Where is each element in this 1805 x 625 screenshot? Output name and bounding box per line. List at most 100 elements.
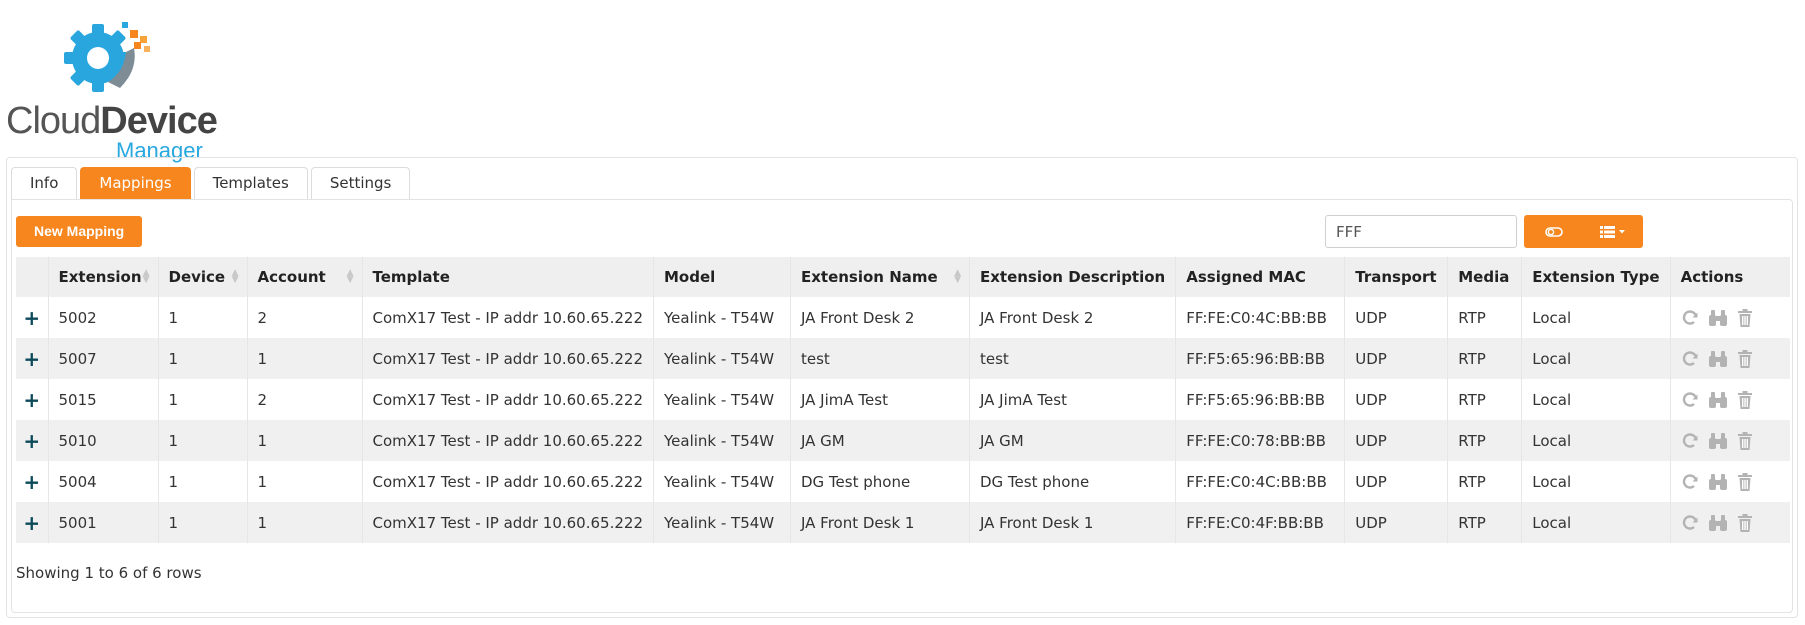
column-header-account[interactable]: Account ▲ ▼ (247, 257, 363, 297)
refresh-icon[interactable] (1681, 350, 1699, 368)
column-header-extension-name[interactable]: Extension Name ▲ ▼ (790, 257, 970, 297)
refresh-icon[interactable] (1681, 309, 1699, 327)
cell-transport: UDP (1344, 338, 1449, 379)
cell-extension: 5010 (48, 420, 159, 461)
cell-type: Local (1521, 379, 1671, 420)
table-row[interactable]: +5001 1 1 ComX17 Test - IP addr 10.60.65.22… (16, 502, 1790, 543)
toggle-view-button[interactable] (1524, 215, 1583, 248)
cell-name: JA Front Desk 1 (790, 502, 970, 543)
cell-extension: 5015 (48, 379, 159, 420)
refresh-icon[interactable] (1681, 391, 1699, 409)
trash-icon[interactable] (1737, 390, 1753, 409)
cell-account: 1 (247, 420, 363, 461)
expand-row-icon[interactable]: + (16, 461, 49, 502)
tab-mappings[interactable]: Mappings (80, 167, 191, 199)
binoculars-icon[interactable] (1708, 432, 1728, 450)
column-header-extension[interactable]: Extension ▲ ▼ (48, 257, 159, 297)
refresh-icon[interactable] (1681, 514, 1699, 532)
table-row[interactable]: +5010 1 1 ComX17 Test - IP addr 10.60.65.22… (16, 420, 1790, 461)
binoculars-icon[interactable] (1708, 514, 1728, 532)
cell-actions (1670, 338, 1790, 379)
gear-logo-icon (64, 22, 150, 92)
column-header-template[interactable]: Template (362, 257, 654, 297)
row-actions (1681, 349, 1780, 368)
column-header-model[interactable]: Model (653, 257, 791, 297)
cell-description: test (969, 338, 1177, 379)
search-input[interactable] (1325, 215, 1517, 248)
cell-device: 1 (158, 338, 248, 379)
table-row[interactable]: +5002 1 2 ComX17 Test - IP addr 10.60.65.22… (16, 297, 1790, 338)
sort-icon: ▲ ▼ (346, 268, 354, 285)
row-actions (1681, 431, 1780, 450)
tab-settings[interactable]: Settings (310, 167, 411, 199)
cell-model: Yealink - T54W (653, 297, 791, 338)
cell-mac: FF:F5:65:96:BB:BB (1175, 338, 1346, 379)
cell-device: 1 (158, 420, 248, 461)
cell-description: JA GM (969, 420, 1177, 461)
cell-account: 2 (247, 297, 363, 338)
cell-extension: 5001 (48, 502, 159, 543)
cell-mac: FF:FE:C0:4C:BB:BB (1175, 461, 1346, 502)
table-header-row: Extension ▲ ▼ Device ▲ ▼ Account ▲ ▼ Template … (16, 257, 1790, 297)
column-header-assigned-mac[interactable]: Assigned MAC (1175, 257, 1346, 297)
trash-icon[interactable] (1737, 431, 1753, 450)
new-mapping-button[interactable]: New Mapping (16, 216, 143, 247)
tab-info[interactable]: Info (11, 167, 78, 199)
cell-mac: FF:F5:65:96:BB:BB (1175, 379, 1346, 420)
column-header-media[interactable]: Media (1447, 257, 1523, 297)
cell-media: RTP (1447, 461, 1523, 502)
refresh-icon[interactable] (1681, 473, 1699, 491)
binoculars-icon[interactable] (1708, 391, 1728, 409)
column-header-extension-description[interactable]: Extension Description (969, 257, 1177, 297)
sort-icon: ▲ ▼ (231, 268, 239, 285)
cell-actions (1670, 461, 1790, 502)
column-header-device[interactable]: Device ▲ ▼ (158, 257, 248, 297)
expand-row-icon[interactable]: + (16, 420, 49, 461)
expand-row-icon[interactable]: + (16, 502, 49, 543)
table-row[interactable]: +5007 1 1 ComX17 Test - IP addr 10.60.65.22… (16, 338, 1790, 379)
binoculars-icon[interactable] (1708, 350, 1728, 368)
refresh-icon[interactable] (1681, 432, 1699, 450)
trash-icon[interactable] (1737, 308, 1753, 327)
cell-transport: UDP (1344, 502, 1449, 543)
cell-name: JA Front Desk 2 (790, 297, 970, 338)
trash-icon[interactable] (1737, 472, 1753, 491)
binoculars-icon[interactable] (1708, 309, 1728, 327)
table-row[interactable]: +5004 1 1 ComX17 Test - IP addr 10.60.65.22… (16, 461, 1790, 502)
pagination-info: Showing 1 to 6 of 6 rows (16, 564, 202, 582)
tab-templates[interactable]: Templates (193, 167, 308, 199)
cell-account: 1 (247, 502, 363, 543)
cell-template: ComX17 Test - IP addr 10.60.65.222 (362, 379, 654, 420)
expand-row-icon[interactable]: + (16, 379, 49, 420)
cell-model: Yealink - T54W (653, 379, 791, 420)
table-row[interactable]: +5015 1 2 ComX17 Test - IP addr 10.60.65.22… (16, 379, 1790, 420)
cell-type: Local (1521, 297, 1671, 338)
cell-name: test (790, 338, 970, 379)
cell-mac: FF:FE:C0:4F:BB:BB (1175, 502, 1346, 543)
cell-transport: UDP (1344, 297, 1449, 338)
row-actions (1681, 513, 1780, 532)
expand-row-icon[interactable]: + (16, 338, 49, 379)
cell-actions (1670, 297, 1790, 338)
cell-name: JA JimA Test (790, 379, 970, 420)
cell-mac: FF:FE:C0:4C:BB:BB (1175, 297, 1346, 338)
cell-media: RTP (1447, 379, 1523, 420)
row-actions (1681, 308, 1780, 327)
cell-template: ComX17 Test - IP addr 10.60.65.222 (362, 461, 654, 502)
expand-row-icon[interactable]: + (16, 297, 49, 338)
binoculars-icon[interactable] (1708, 473, 1728, 491)
trash-icon[interactable] (1737, 349, 1753, 368)
cell-template: ComX17 Test - IP addr 10.60.65.222 (362, 420, 654, 461)
cell-device: 1 (158, 502, 248, 543)
trash-icon[interactable] (1737, 513, 1753, 532)
cell-account: 1 (247, 338, 363, 379)
cell-extension: 5002 (48, 297, 159, 338)
logo-device-text: Device (100, 100, 218, 142)
column-header-extension-type[interactable]: Extension Type (1521, 257, 1671, 297)
list-columns-icon (1600, 225, 1625, 238)
cell-model: Yealink - T54W (653, 420, 791, 461)
cell-device: 1 (158, 461, 248, 502)
columns-menu-button[interactable] (1583, 215, 1643, 248)
cell-type: Local (1521, 338, 1671, 379)
column-header-transport[interactable]: Transport (1344, 257, 1449, 297)
